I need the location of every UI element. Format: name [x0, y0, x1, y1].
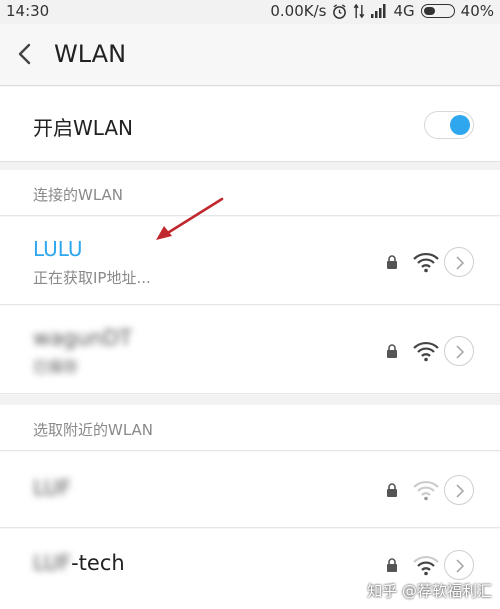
wifi-strong-icon	[413, 341, 439, 362]
status-icons: 0.00K/s 4G 40%	[270, 2, 494, 20]
data-transfer-icon	[354, 3, 365, 18]
watermark: 知乎 @荐软福利汇	[367, 582, 492, 600]
network-name-visible: -tech	[71, 551, 125, 575]
network-speed: 0.00K/s	[270, 2, 327, 20]
connected-section-header: 连接的WLAN	[0, 170, 500, 216]
network-row-lulu[interactable]: LULU 正在获取IP地址...	[0, 217, 500, 305]
network-details-button[interactable]	[444, 247, 474, 277]
network-name: LULU	[33, 237, 83, 261]
wlan-toggle-row[interactable]: 开启WLAN	[0, 87, 500, 162]
network-details-button[interactable]	[444, 336, 474, 366]
network-name: LUF	[33, 476, 72, 500]
network-row-nearby-1[interactable]: LUF	[0, 452, 500, 528]
network-name: wagunDT	[33, 326, 132, 350]
wlan-toggle-switch[interactable]	[424, 111, 474, 139]
section-divider	[0, 162, 500, 170]
network-status: 已保存	[33, 358, 79, 376]
status-bar: 14:30 0.00K/s 4G 40%	[0, 0, 500, 24]
nearby-section-title: 选取附近的WLAN	[33, 421, 154, 439]
connected-section-title: 连接的WLAN	[33, 186, 124, 204]
page-title: WLAN	[54, 40, 127, 68]
wifi-weak-icon	[413, 480, 439, 501]
chevron-left-icon[interactable]	[14, 41, 36, 67]
toggle-knob	[450, 115, 470, 135]
network-details-button[interactable]	[444, 550, 474, 580]
alarm-icon	[333, 3, 347, 19]
wifi-strong-icon	[413, 252, 439, 273]
lock-icon	[387, 558, 397, 572]
nearby-section-header: 选取附近的WLAN	[0, 405, 500, 451]
network-details-button[interactable]	[444, 475, 474, 505]
wlan-toggle-label: 开启WLAN	[33, 116, 134, 140]
network-status: 正在获取IP地址...	[33, 269, 151, 287]
wifi-medium-icon	[413, 555, 439, 576]
annotation-arrow	[156, 197, 224, 240]
battery-icon	[420, 4, 455, 18]
cell-signal-icon	[371, 4, 386, 18]
network-name-obscured: LUF	[33, 551, 72, 575]
network-type: 4G	[393, 2, 415, 20]
lock-icon	[387, 344, 397, 358]
lock-icon	[387, 255, 397, 269]
header-bar: WLAN	[0, 24, 500, 86]
network-name: LUF-tech	[33, 551, 125, 575]
lock-icon	[387, 483, 397, 497]
section-divider	[0, 395, 500, 405]
battery-percent: 40%	[460, 2, 494, 20]
network-row-saved[interactable]: wagunDT 已保存	[0, 306, 500, 394]
status-time: 14:30	[6, 2, 50, 20]
